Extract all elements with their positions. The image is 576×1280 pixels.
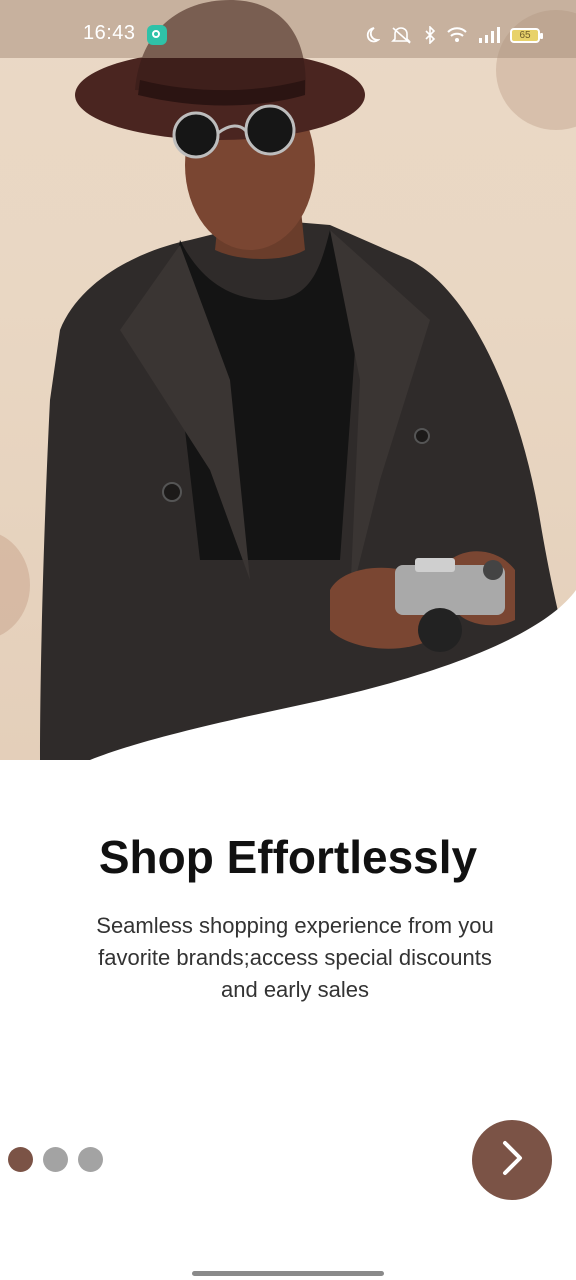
hero-image-area (0, 0, 576, 760)
page-indicator (8, 1147, 103, 1172)
onboarding-subtitle: Seamless shopping experience from you fa… (96, 913, 494, 1002)
notification-app-icon (147, 25, 167, 45)
chevron-right-icon (497, 1138, 527, 1183)
moon-icon (364, 26, 380, 44)
signal-icon (478, 26, 500, 44)
hero-bottom-curve (90, 590, 576, 760)
onboarding-title: Shop Effortlessly (98, 831, 478, 883)
status-time: 16:43 (83, 22, 136, 44)
mute-icon (390, 26, 414, 44)
wifi-icon (446, 26, 468, 44)
status-bar: 16:43 65 (0, 0, 576, 58)
page-dot[interactable] (43, 1147, 68, 1172)
page-dot-active[interactable] (8, 1147, 33, 1172)
status-icons: 65 (364, 22, 543, 48)
next-button[interactable] (472, 1120, 552, 1200)
bluetooth-icon (424, 26, 436, 44)
page-dot[interactable] (78, 1147, 103, 1172)
battery-icon: 65 (510, 27, 543, 43)
home-indicator[interactable] (192, 1271, 384, 1276)
